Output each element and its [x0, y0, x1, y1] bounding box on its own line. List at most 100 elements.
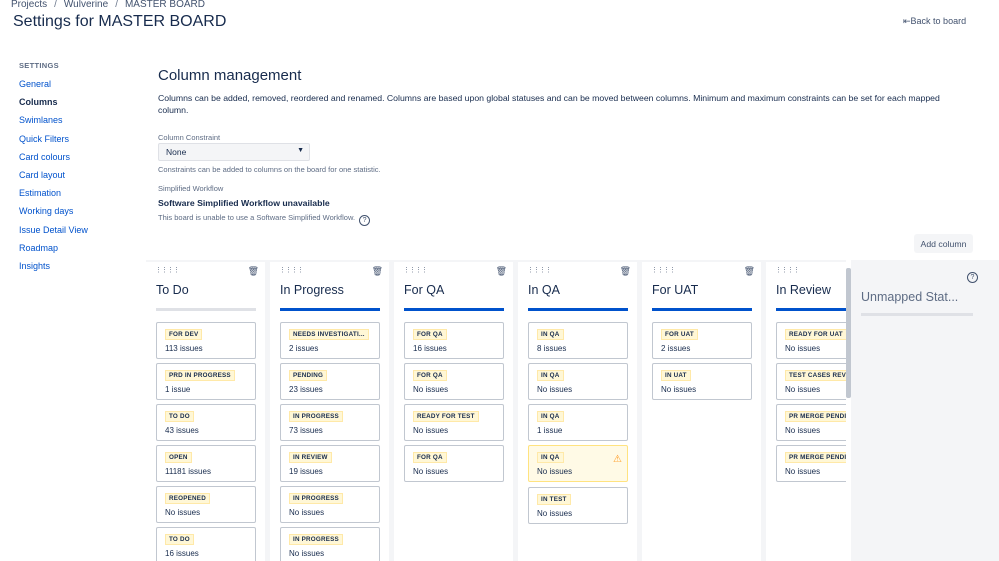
- issue-count: 1 issue: [537, 426, 563, 435]
- breadcrumb-board[interactable]: MASTER BOARD: [125, 0, 205, 10]
- column-name[interactable]: For UAT: [652, 283, 698, 297]
- drag-handle-icon[interactable]: ⋮⋮⋮⋮: [403, 266, 428, 274]
- status-card[interactable]: IN QA No issues: [528, 363, 628, 400]
- column-in-qa[interactable]: ⋮⋮⋮⋮ 🗑 In QA IN QA 8 issues IN QA No issue…: [518, 262, 637, 561]
- status-card[interactable]: FOR UAT 2 issues: [652, 322, 752, 359]
- issue-count: No issues: [537, 509, 573, 518]
- column-name[interactable]: In QA: [528, 283, 560, 297]
- status-card[interactable]: REOPENED No issues: [156, 486, 256, 523]
- status-card[interactable]: READY FOR UAT No issues: [776, 322, 846, 359]
- sidebar-item-roadmap[interactable]: Roadmap: [19, 243, 129, 261]
- status-lozenge: IN REVIEW: [289, 452, 332, 463]
- column-to-do[interactable]: ⋮⋮⋮⋮ 🗑 To Do FOR DEV 113 issues PRD IN PR…: [146, 262, 265, 561]
- sidebar-item-issue-detail-view[interactable]: Issue Detail View: [19, 225, 129, 243]
- trash-icon[interactable]: 🗑: [744, 266, 755, 277]
- status-card-warning[interactable]: IN QA No issues ⚠: [528, 445, 628, 482]
- trash-icon[interactable]: 🗑: [496, 266, 507, 277]
- status-lozenge: TO DO: [165, 411, 194, 422]
- issue-count: No issues: [413, 467, 449, 476]
- status-card[interactable]: IN QA 8 issues: [528, 322, 628, 359]
- status-lozenge: OPEN: [165, 452, 192, 463]
- sidebar-item-card-layout[interactable]: Card layout: [19, 170, 129, 188]
- status-lozenge: IN QA: [537, 370, 564, 381]
- status-card[interactable]: TO DO 16 issues: [156, 527, 256, 561]
- simplified-workflow-help-text: This board is unable to use a Software S…: [158, 213, 356, 222]
- status-card[interactable]: TO DO 43 issues: [156, 404, 256, 441]
- column-in-review[interactable]: ⋮⋮⋮⋮ In Review READY FOR UAT No issues TE…: [766, 262, 846, 561]
- warning-icon[interactable]: ⚠: [613, 454, 622, 465]
- column-constraint-bar: [652, 308, 752, 311]
- status-card[interactable]: PRD IN PROGRESS 1 issue: [156, 363, 256, 400]
- column-name[interactable]: In Review: [776, 283, 831, 297]
- back-to-board-label: Back to board: [910, 16, 967, 26]
- status-lozenge: PR MERGE PENDI: [785, 411, 846, 422]
- status-card[interactable]: IN PROGRESS No issues: [280, 486, 380, 523]
- status-lozenge: REOPENED: [165, 493, 210, 504]
- status-card[interactable]: IN QA 1 issue: [528, 404, 628, 441]
- add-column-button[interactable]: Add column: [914, 234, 973, 253]
- help-icon[interactable]: ?: [967, 272, 978, 283]
- issue-count: No issues: [661, 385, 697, 394]
- column-constraint-select[interactable]: None ▼: [158, 143, 310, 161]
- column-name[interactable]: For QA: [404, 283, 444, 297]
- drag-handle-icon[interactable]: ⋮⋮⋮⋮: [279, 266, 304, 274]
- status-card[interactable]: IN REVIEW 19 issues: [280, 445, 380, 482]
- unmapped-statuses-column: [851, 260, 999, 561]
- status-card[interactable]: FOR QA No issues: [404, 363, 504, 400]
- breadcrumb-projects[interactable]: Projects: [11, 0, 47, 10]
- status-card[interactable]: PR MERGE PENDI No issues: [776, 445, 846, 482]
- sidebar-item-general[interactable]: General: [19, 79, 129, 97]
- status-card[interactable]: OPEN 11181 issues: [156, 445, 256, 482]
- sidebar-item-estimation[interactable]: Estimation: [19, 188, 129, 206]
- status-card[interactable]: PR MERGE PENDI No issues: [776, 404, 846, 441]
- drag-handle-icon[interactable]: ⋮⋮⋮⋮: [651, 266, 676, 274]
- column-name[interactable]: To Do: [156, 283, 189, 297]
- status-card[interactable]: TEST CASES REVI No issues: [776, 363, 846, 400]
- column-for-qa[interactable]: ⋮⋮⋮⋮ 🗑 For QA FOR QA 16 issues FOR QA No i…: [394, 262, 513, 561]
- status-card[interactable]: IN UAT No issues: [652, 363, 752, 400]
- sidebar-item-insights[interactable]: Insights: [19, 261, 129, 279]
- simplified-workflow-label: Simplified Workflow: [158, 184, 224, 193]
- issue-count: 8 issues: [537, 344, 567, 353]
- arrow-left-icon: ⇤: [903, 16, 911, 26]
- trash-icon[interactable]: 🗑: [248, 266, 259, 277]
- status-card[interactable]: READY FOR TEST No issues: [404, 404, 504, 441]
- section-title: Column management: [158, 67, 302, 84]
- issue-count: 1 issue: [165, 385, 191, 394]
- drag-handle-icon[interactable]: ⋮⋮⋮⋮: [155, 266, 180, 274]
- drag-handle-icon[interactable]: ⋮⋮⋮⋮: [775, 266, 800, 274]
- status-lozenge: FOR QA: [413, 452, 447, 463]
- back-to-board-link[interactable]: ⇤Back to board: [903, 16, 966, 27]
- drag-handle-icon[interactable]: ⋮⋮⋮⋮: [527, 266, 552, 274]
- status-card[interactable]: NEEDS INVESTIGATI... 2 issues: [280, 322, 380, 359]
- status-card[interactable]: IN PROGRESS 73 issues: [280, 404, 380, 441]
- issue-count: No issues: [413, 385, 449, 394]
- column-in-progress[interactable]: ⋮⋮⋮⋮ 🗑 In Progress NEEDS INVESTIGATI... 2…: [270, 262, 389, 561]
- status-card[interactable]: FOR QA No issues: [404, 445, 504, 482]
- sidebar-item-swimlanes[interactable]: Swimlanes: [19, 115, 129, 133]
- issue-count: No issues: [537, 385, 573, 394]
- trash-icon[interactable]: 🗑: [372, 266, 383, 277]
- status-card[interactable]: PENDING 23 issues: [280, 363, 380, 400]
- unmapped-statuses-title: Unmapped Stat...: [861, 290, 959, 304]
- status-lozenge: READY FOR TEST: [413, 411, 479, 422]
- sidebar-item-card-colours[interactable]: Card colours: [19, 152, 129, 170]
- column-name[interactable]: In Progress: [280, 283, 344, 297]
- issue-count: 19 issues: [289, 467, 323, 476]
- status-card[interactable]: FOR DEV 113 issues: [156, 322, 256, 359]
- page-title: Settings for MASTER BOARD: [13, 13, 227, 30]
- column-constraint-bar: [404, 308, 504, 311]
- status-card[interactable]: IN PROGRESS No issues: [280, 527, 380, 561]
- sidebar-item-quick-filters[interactable]: Quick Filters: [19, 134, 129, 152]
- breadcrumb-project[interactable]: Wulverine: [64, 0, 108, 10]
- issue-count: No issues: [785, 385, 821, 394]
- status-lozenge: FOR QA: [413, 329, 447, 340]
- sidebar-item-working-days[interactable]: Working days: [19, 206, 129, 224]
- help-icon[interactable]: ?: [359, 215, 371, 226]
- column-for-uat[interactable]: ⋮⋮⋮⋮ 🗑 For UAT FOR UAT 2 issues IN UAT No …: [642, 262, 761, 561]
- trash-icon[interactable]: 🗑: [620, 266, 631, 277]
- sidebar-item-columns[interactable]: Columns: [19, 97, 129, 115]
- status-card[interactable]: FOR QA 16 issues: [404, 322, 504, 359]
- issue-count: No issues: [165, 508, 201, 517]
- status-card[interactable]: IN TEST No issues: [528, 487, 628, 524]
